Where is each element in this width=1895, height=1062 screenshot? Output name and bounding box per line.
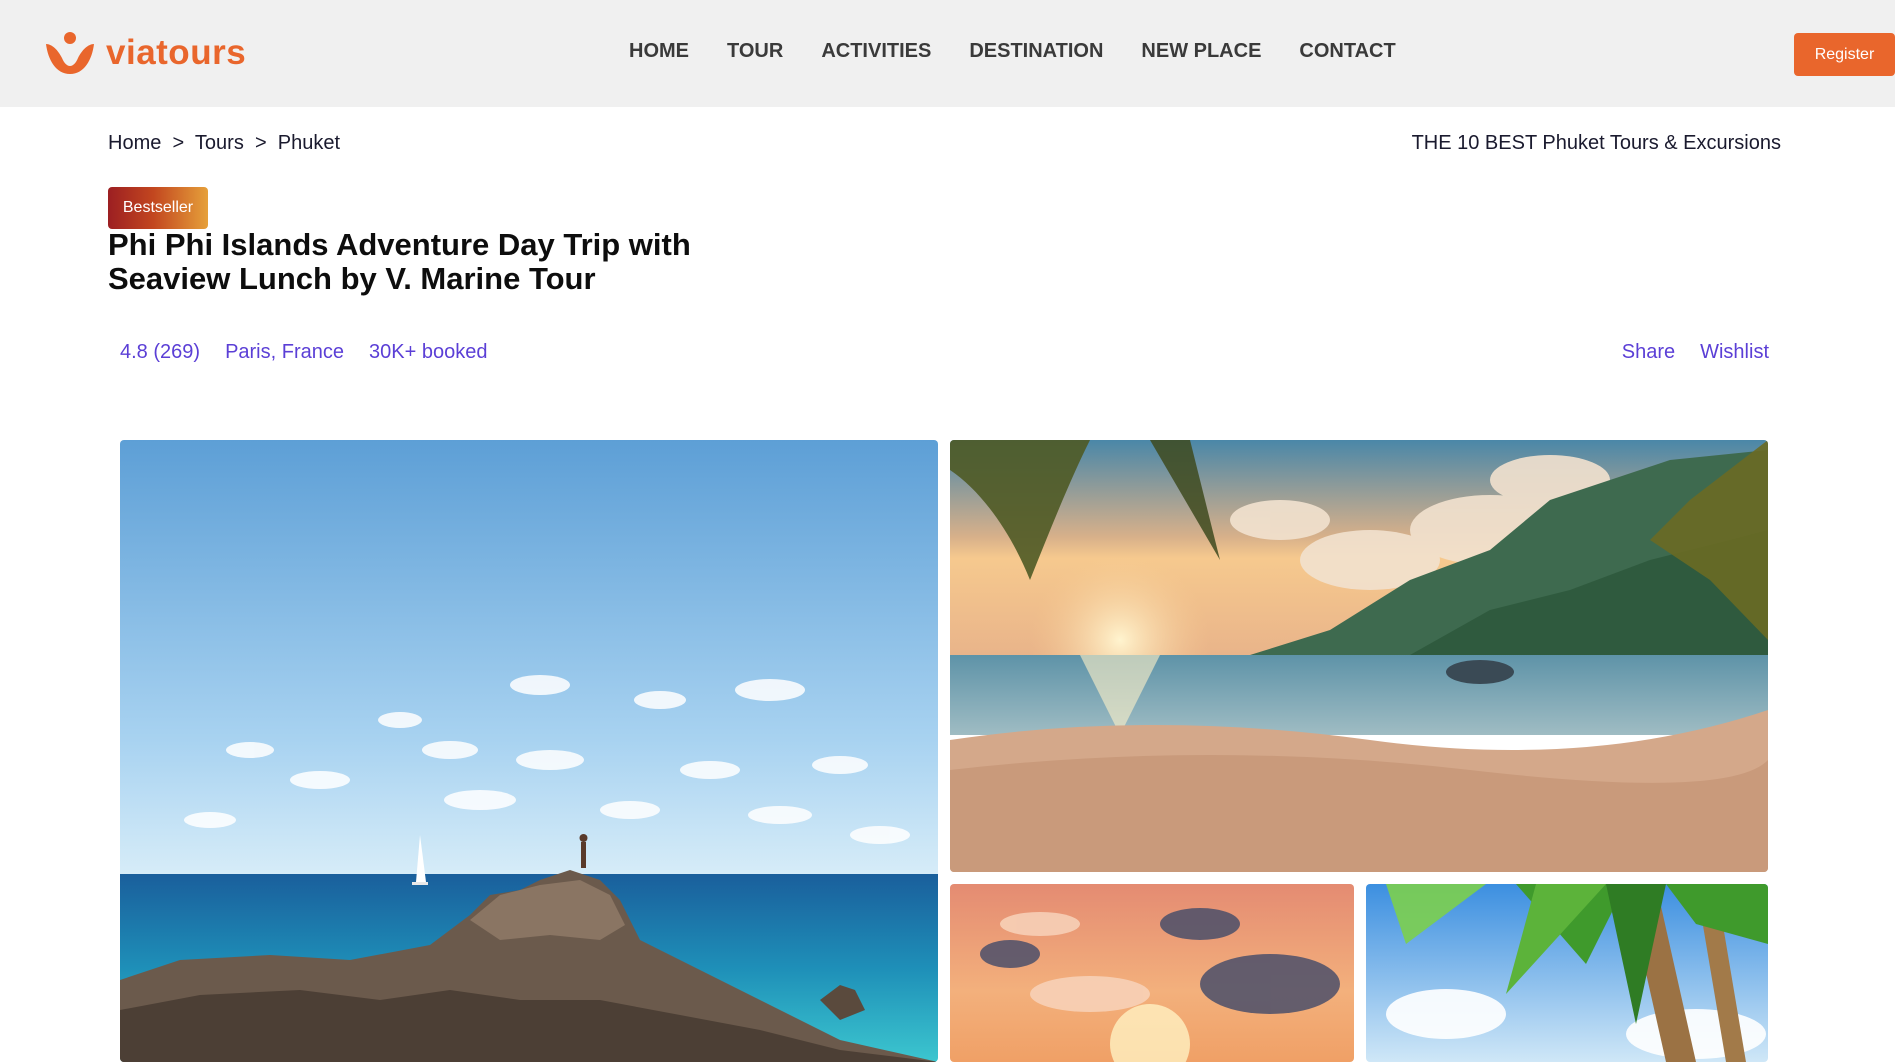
breadcrumb-separator: > — [249, 132, 273, 154]
nav-activities[interactable]: ACTIVITIES — [821, 40, 931, 63]
rating-text[interactable]: 4.8 (269) — [120, 341, 200, 364]
nav-new-place[interactable]: NEW PLACE — [1141, 40, 1261, 63]
brand-logo[interactable]: viatours — [44, 30, 246, 76]
breadcrumb-home[interactable]: Home — [108, 132, 161, 154]
palm-tree-sky-photo[interactable] — [1366, 884, 1768, 1062]
listing-meta: 4.8 (269) Paris, France 30K+ booked — [120, 341, 487, 364]
breadcrumb-phuket[interactable]: Phuket — [278, 132, 340, 154]
booked-count: 30K+ booked — [369, 341, 488, 363]
share-button[interactable]: Share — [1622, 341, 1675, 364]
logo-mark-icon — [44, 30, 96, 76]
breadcrumb-separator: > — [166, 132, 190, 154]
location-text[interactable]: Paris, France — [225, 341, 344, 364]
page-title: Phi Phi Islands Adventure Day Trip with … — [108, 227, 691, 296]
breadcrumb: Home > Tours > Phuket — [108, 132, 340, 155]
site-header: viatours HOME TOUR ACTIVITIES DESTINATIO… — [0, 0, 1895, 107]
nav-contact[interactable]: CONTACT — [1299, 40, 1395, 63]
register-button[interactable]: Register — [1794, 33, 1895, 76]
bestseller-badge: Bestseller — [108, 187, 208, 229]
best-tours-link[interactable]: THE 10 BEST Phuket Tours & Excursions — [1412, 132, 1781, 155]
wishlist-button[interactable]: Wishlist — [1700, 341, 1769, 364]
sunset-clouds-photo[interactable] — [950, 884, 1354, 1062]
tropical-beach-sunset-photo[interactable] — [950, 440, 1768, 872]
main-nav: HOME TOUR ACTIVITIES DESTINATION NEW PLA… — [629, 40, 1396, 63]
breadcrumb-tours[interactable]: Tours — [195, 132, 244, 154]
listing-actions: Share Wishlist — [1622, 341, 1769, 364]
rocky-coast-sailboat-photo[interactable] — [120, 440, 938, 1062]
nav-tour[interactable]: TOUR — [727, 40, 783, 63]
nav-home[interactable]: HOME — [629, 40, 689, 63]
brand-name: viatours — [106, 33, 247, 72]
nav-destination[interactable]: DESTINATION — [969, 40, 1103, 63]
